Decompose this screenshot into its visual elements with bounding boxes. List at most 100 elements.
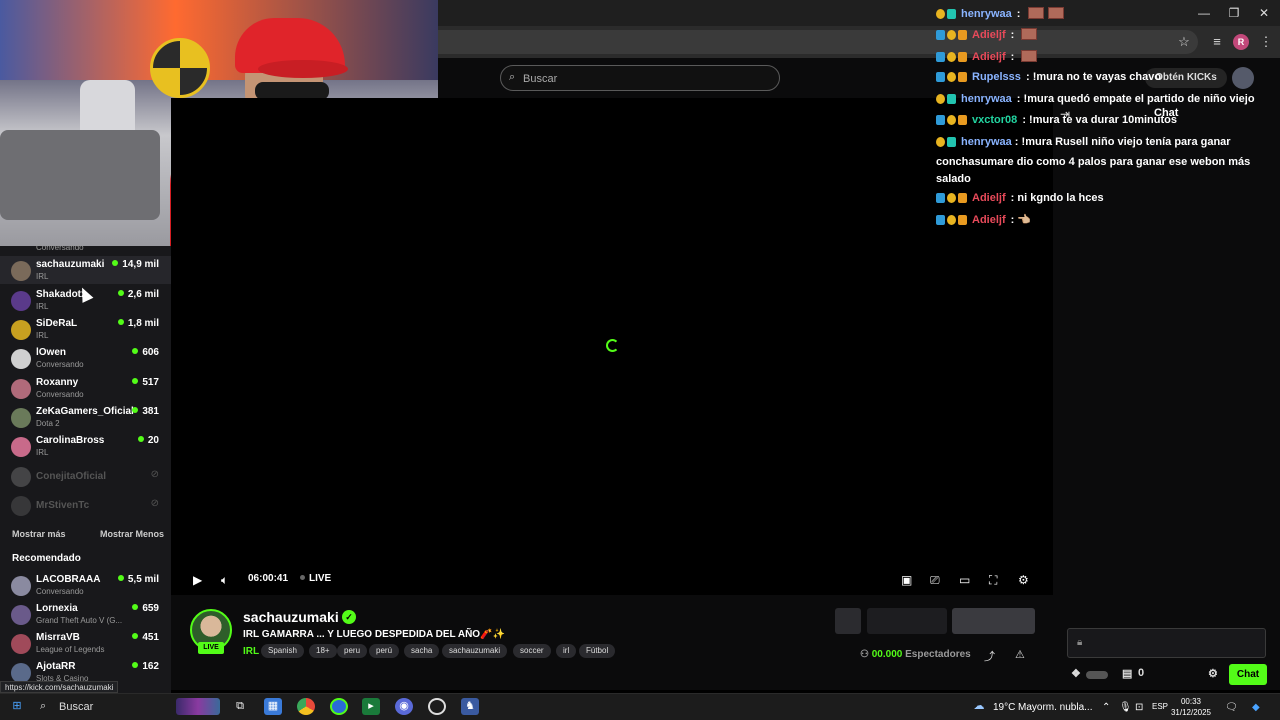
placeholder-button[interactable] [867, 608, 947, 634]
show-less-link[interactable]: Mostrar Menos [100, 529, 164, 539]
tag-6[interactable]: soccer [513, 644, 551, 658]
chat-username[interactable]: vxctor08 [972, 114, 1017, 126]
tag-4[interactable]: sacha [404, 644, 440, 658]
chat-username[interactable]: Rupelsss [972, 71, 1021, 83]
chat-toggle[interactable] [1086, 671, 1108, 679]
sidebar-channel-carolinabross[interactable]: CarolinaBross IRL 20 [0, 432, 171, 460]
channel-category: IRL [36, 302, 49, 311]
channel-viewers: 517 [132, 377, 159, 388]
channel-name: MrStivenTc [36, 500, 90, 511]
chat-text: !mura quedó empate el partido de niño vi… [1023, 93, 1255, 105]
network-icon[interactable]: ⊡ [1135, 702, 1143, 713]
chat-message: Adieljf : [936, 50, 1038, 65]
volume-icon[interactable]: 🔈︎ [221, 571, 228, 589]
sidebar-channel-lornexia[interactable]: Lornexia Grand Theft Auto V (G... 659 [0, 600, 171, 628]
chat-username[interactable]: Adieljf [972, 51, 1006, 63]
tag-7[interactable]: irl [556, 644, 577, 658]
show-more-link[interactable]: Mostrar más [12, 529, 66, 539]
share-icon[interactable]: ⤴ [984, 648, 995, 664]
chat-username[interactable]: Adieljf [972, 192, 1006, 204]
sidebar-channel-sachauzumaki[interactable]: sachauzumaki IRL 14,9 mil [0, 256, 171, 284]
placeholder-button[interactable] [835, 608, 861, 634]
weather-icon: ☁ [973, 700, 985, 712]
minimize-button[interactable]: — [1190, 4, 1218, 22]
menu-icon[interactable]: ⋮ [1256, 33, 1276, 51]
chat-settings-icon[interactable]: ⚙ [1208, 667, 1218, 680]
sidebar-channel-conejitaoficial[interactable]: ConejitaOficial ⊘ [0, 462, 171, 490]
sidebar-channel-zekagamers_oficial[interactable]: ZeKaGamers_Oficial Dota 2 381 [0, 403, 171, 431]
user-badges [936, 72, 969, 85]
chat-username[interactable]: henrywaa [961, 93, 1012, 105]
chat-text: !mura no te vayas chavo [1032, 71, 1162, 83]
weather-temp: 19°C [993, 702, 1016, 713]
chat-send-button[interactable]: Chat [1229, 664, 1267, 685]
chrome-icon[interactable] [297, 698, 315, 715]
tag-1[interactable]: 18+ [309, 644, 337, 658]
chat-username[interactable]: Adieljf [972, 214, 1006, 226]
chat-text: ni kgndo la hces [1017, 192, 1104, 204]
streamer-name[interactable]: sachauzumaki [243, 609, 339, 625]
chat-message: Adieljf : [936, 28, 1038, 43]
search-input[interactable]: ⌕ Buscar [500, 65, 780, 91]
fullscreen-icon[interactable]: ⛶ [989, 571, 997, 589]
channel-name: ZeKaGamers_Oficial [36, 406, 134, 417]
sidebar-channel-sideral[interactable]: SiDeRaL IRL 1,8 mil [0, 315, 171, 343]
channel-name: MisrraVB [36, 632, 80, 643]
profile-avatar[interactable]: R [1233, 34, 1249, 50]
user-badges [936, 115, 969, 128]
chevron-up-icon[interactable]: ⌃ [1102, 702, 1110, 713]
report-icon[interactable]: ⚠ [1015, 648, 1025, 661]
close-button[interactable]: ✕ [1250, 4, 1278, 22]
obs-icon[interactable] [428, 698, 446, 715]
taskbar-search-label: Buscar [59, 701, 94, 713]
chrome-active-icon[interactable] [330, 698, 348, 715]
sheets-icon[interactable]: ▸ [362, 698, 380, 715]
emote-image [1027, 7, 1044, 19]
tag-3[interactable]: perú [369, 644, 400, 658]
tag-8[interactable]: Fútbol [579, 644, 616, 658]
app-icon[interactable]: ♞ [461, 698, 479, 715]
chat-input[interactable]: 🔒︎ [1067, 628, 1266, 658]
star-icon[interactable]: ☆ [1174, 33, 1194, 51]
maximize-button[interactable]: ❐ [1220, 4, 1248, 22]
follow-button-placeholder[interactable] [952, 608, 1035, 634]
offline-icon: ⊘ [150, 469, 159, 480]
notification-icon[interactable]: 🗨︎ [1225, 702, 1238, 713]
channel-viewers: 451 [132, 632, 159, 643]
gift-icon[interactable]: ▤ [1122, 667, 1132, 680]
sidebar-channel-mrstiventc[interactable]: MrStivenTc ⊘ [0, 491, 171, 519]
channel-avatar [11, 261, 31, 281]
chat-username[interactable]: henrywaa [961, 8, 1012, 20]
windows-start-icon[interactable]: ⊞ [8, 698, 26, 715]
tag-2[interactable]: peru [337, 644, 368, 658]
channel-category: Conversando [36, 587, 84, 596]
channel-category: Grand Theft Auto V (G... [36, 616, 123, 625]
copilot-icon[interactable]: ◆ [1252, 702, 1260, 713]
language-indicator[interactable]: ESP [1152, 702, 1168, 711]
settings-icon[interactable]: ⚙ [1018, 571, 1029, 589]
search-highlight-image[interactable] [176, 698, 220, 715]
cast-icon[interactable]: ⎚ [930, 571, 940, 589]
channel-avatar [11, 349, 31, 369]
store-icon[interactable]: ▦ [264, 698, 282, 715]
task-view-icon[interactable]: ⧉ [231, 698, 249, 715]
user-avatar[interactable] [1232, 67, 1254, 89]
sidebar-channel-misrravb[interactable]: MisrraVB League of Legends 451 [0, 629, 171, 657]
channel-viewers: 606 [132, 347, 159, 358]
mini-player-icon[interactable]: ▣ [901, 571, 912, 589]
discord-icon[interactable]: ◉ [395, 698, 413, 715]
playlist-icon[interactable]: ≡ [1207, 33, 1227, 51]
tag-0[interactable]: Spanish [261, 644, 304, 658]
sidebar-channel-roxanny[interactable]: Roxanny Conversando 517 [0, 374, 171, 402]
tag-5[interactable]: sachauzumaki [442, 644, 508, 658]
microphone-icon[interactable]: 🎙︎ [1119, 702, 1132, 713]
stream-category[interactable]: IRL [243, 646, 259, 657]
sidebar-channel-lowen[interactable]: lOwen Conversando 606 [0, 344, 171, 372]
emote-icon[interactable]: ❖ [1071, 667, 1081, 680]
sidebar-channel-lacobraaa[interactable]: LACOBRAAA Conversando 5,5 mil [0, 571, 171, 599]
clock[interactable]: 00:33 31/12/2025 [1170, 696, 1212, 718]
theater-mode-icon[interactable]: ▭ [959, 571, 970, 589]
chat-username[interactable]: Adieljf [972, 29, 1006, 41]
play-button[interactable]: ▶ [193, 571, 202, 589]
address-bar[interactable] [438, 30, 1198, 54]
